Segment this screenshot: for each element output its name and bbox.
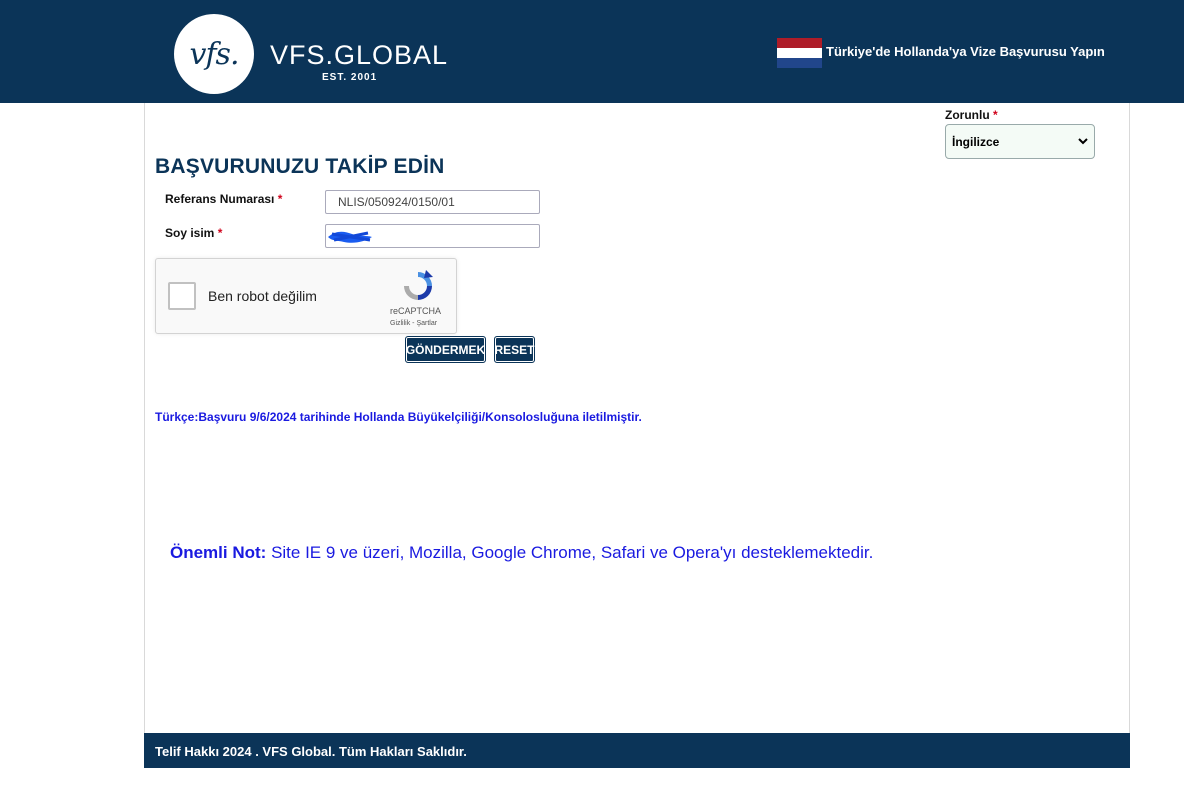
reference-number-label: Referans Numarası * — [165, 192, 282, 206]
recaptcha-brand: reCAPTCHA — [390, 306, 442, 316]
submit-button[interactable]: GÖNDERMEK — [405, 336, 486, 363]
logo-est: EST. 2001 — [322, 72, 378, 83]
language-select-value: İngilizce — [952, 134, 1000, 149]
chevron-down-icon — [1078, 138, 1088, 145]
recaptcha-icon — [404, 270, 433, 300]
recaptcha-label: Ben robot değilim — [208, 288, 317, 304]
redaction-scribble — [328, 231, 372, 243]
netherlands-flag-icon — [777, 38, 822, 68]
recaptcha-widget: Ben robot değilim reCAPTCHA Gizlilik - Ş… — [155, 258, 457, 334]
reference-number-input[interactable]: NLIS/050924/0150/01 — [325, 190, 540, 214]
copyright-text: Telif Hakkı 2024 . VFS Global. Tüm Hakla… — [155, 744, 467, 759]
header-tagline[interactable]: Türkiye'de Hollanda'ya Vize Başvurusu Ya… — [826, 44, 1105, 59]
surname-input[interactable] — [325, 224, 540, 248]
reset-button[interactable]: RESET — [494, 336, 535, 363]
required-mark: * — [217, 226, 223, 240]
vfs-logo[interactable]: vfs. — [174, 14, 254, 94]
recaptcha-links[interactable]: Gizlilik - Şartlar — [390, 320, 437, 327]
site-footer: Telif Hakkı 2024 . VFS Global. Tüm Hakla… — [144, 733, 1130, 768]
required-mark: * — [993, 108, 998, 122]
required-mark: * — [277, 192, 283, 206]
language-label-text: Zorunlu — [945, 108, 990, 122]
surname-label-text: Soy isim — [165, 226, 215, 240]
reference-number-value: NLIS/050924/0150/01 — [338, 195, 455, 209]
language-label: Zorunlu * — [945, 108, 998, 122]
surname-label: Soy isim * — [165, 226, 222, 240]
important-note-text: Site IE 9 ve üzeri, Mozilla, Google Chro… — [266, 543, 874, 562]
main-content: Zorunlu * İngilizce BAŞVURUNUZU TAKİP ED… — [144, 103, 1130, 733]
logo-wordmark: VFS.GLOBAL — [270, 40, 449, 70]
logo-mark: vfs. — [189, 36, 240, 72]
important-note: Önemli Not: Site IE 9 ve üzeri, Mozilla,… — [170, 543, 873, 563]
page-title: BAŞVURUNUZU TAKİP EDİN — [155, 155, 445, 178]
reference-number-label-text: Referans Numarası — [165, 192, 275, 206]
language-select[interactable]: İngilizce — [945, 124, 1095, 159]
site-header: vfs. VFS.GLOBAL EST. 2001 Türkiye'de Hol… — [0, 0, 1184, 103]
important-note-prefix: Önemli Not: — [170, 543, 267, 562]
recaptcha-checkbox[interactable] — [168, 282, 196, 310]
application-status-message: Türkçe:Başvuru 9/6/2024 tarihinde Hollan… — [155, 410, 642, 424]
